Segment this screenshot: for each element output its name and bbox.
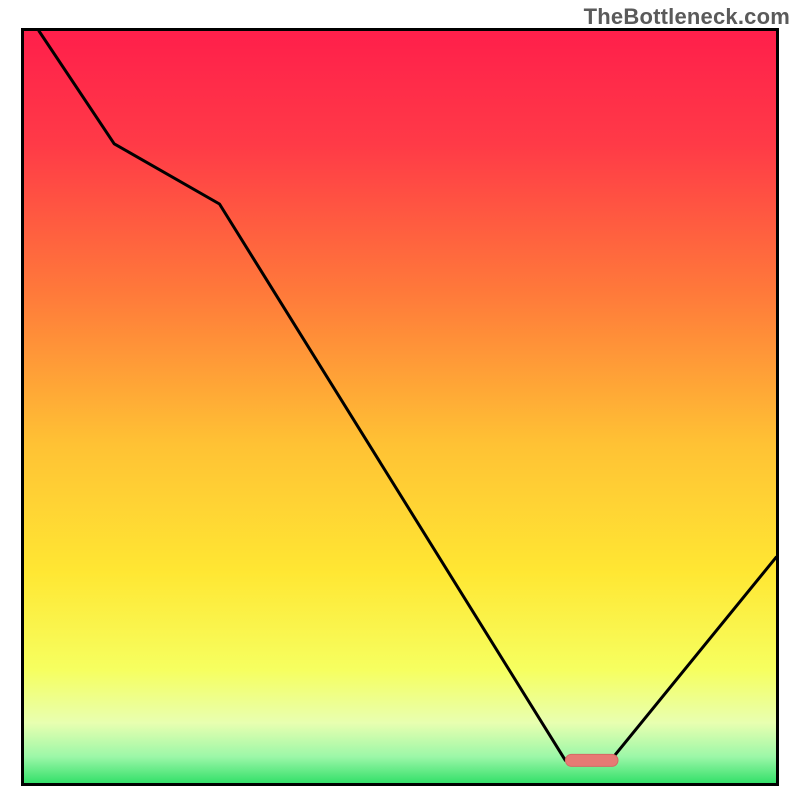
gradient-fill bbox=[24, 31, 776, 783]
plot-area bbox=[24, 31, 776, 783]
watermark-label: TheBottleneck.com bbox=[584, 4, 790, 30]
chart-frame: TheBottleneck.com bbox=[0, 0, 800, 800]
optimal-range-marker bbox=[565, 754, 618, 766]
